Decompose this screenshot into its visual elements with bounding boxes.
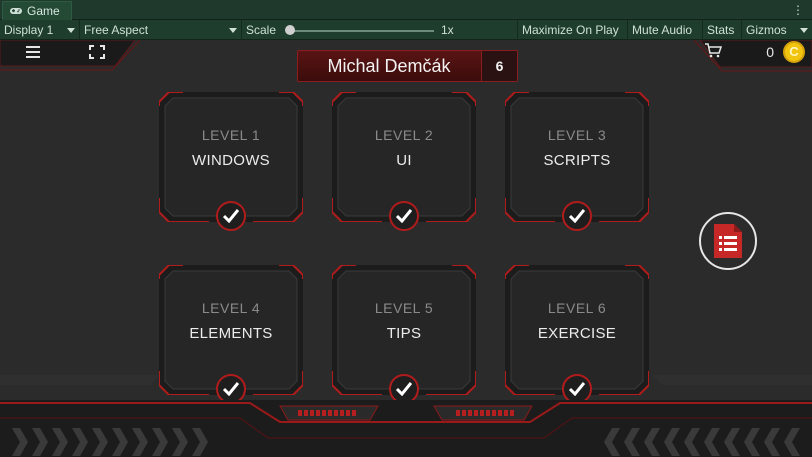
level-number: LEVEL 6 [547, 300, 607, 316]
scale-value: 1x [441, 23, 454, 37]
coin-icon: C [783, 41, 805, 63]
fullscreen-button[interactable] [76, 41, 118, 63]
aspect-dropdown-label: Free Aspect [84, 23, 149, 37]
level-card[interactable]: LEVEL 1 WINDOWS [159, 92, 303, 231]
stats-label: Stats [707, 23, 735, 37]
checkmark-icon [223, 209, 239, 223]
editor-tab-bar: Game ⋮ [0, 0, 812, 20]
stats-toggle[interactable]: Stats [703, 20, 742, 40]
level-title: ELEMENTS [189, 325, 273, 342]
game-view: Michal Demčák 6 0 C LEVEL 1 WINDOWS LEVEL … [0, 40, 812, 457]
checkmark-icon [569, 209, 585, 223]
level-number: LEVEL 3 [547, 127, 607, 143]
display-dropdown-label: Display 1 [4, 23, 54, 37]
player-name: Michal Demčák [327, 56, 451, 76]
hamburger-icon [26, 46, 40, 58]
completed-badge [389, 201, 419, 231]
completed-badge [562, 201, 592, 231]
menu-button[interactable] [12, 41, 54, 63]
document-list-icon [714, 224, 742, 258]
level-title: UI [396, 152, 412, 169]
fullscreen-icon [89, 45, 105, 59]
shop-coins-panel: 0 C [700, 40, 812, 67]
maximize-on-play-label: Maximize On Play [522, 23, 619, 37]
tab-game[interactable]: Game [2, 1, 72, 20]
level-title: EXERCISE [537, 325, 617, 342]
level-card[interactable]: LEVEL 3 SCRIPTS [505, 92, 649, 231]
bottom-decoration [0, 400, 812, 457]
scale-slider-handle[interactable] [285, 25, 295, 35]
coin-count: 0 [766, 44, 774, 60]
level-title: TIPS [386, 325, 422, 342]
more-options-icon[interactable]: ⋮ [792, 1, 804, 19]
notes-button[interactable] [699, 212, 757, 270]
completed-badge [216, 201, 246, 231]
level-title: SCRIPTS [543, 152, 611, 169]
mute-audio-toggle[interactable]: Mute Audio [628, 20, 703, 40]
shop-cart-button[interactable] [704, 42, 726, 62]
display-dropdown[interactable]: Display 1 [0, 20, 80, 40]
gizmos-label: Gizmos [746, 23, 787, 37]
tab-game-label: Game [27, 4, 60, 18]
level-title: WINDOWS [192, 152, 270, 169]
maximize-on-play-toggle[interactable]: Maximize On Play [518, 20, 628, 40]
gizmos-dropdown[interactable]: Gizmos [742, 20, 812, 40]
level-number: LEVEL 2 [374, 127, 434, 143]
level-number: LEVEL 4 [201, 300, 261, 316]
aspect-dropdown[interactable]: Free Aspect [80, 20, 242, 40]
checkmark-icon [396, 209, 412, 223]
level-number: LEVEL 1 [201, 127, 261, 143]
scale-slider-track[interactable] [290, 30, 434, 32]
level-number: LEVEL 5 [374, 300, 434, 316]
level-card[interactable]: LEVEL 2 UI [332, 92, 476, 231]
top-left-controls [0, 40, 135, 66]
cart-icon [705, 43, 723, 58]
gamepad-icon [10, 8, 22, 14]
scale-label: Scale [246, 23, 277, 37]
player-name-plate: Michal Demčák 6 [297, 50, 518, 82]
player-level-count: 6 [481, 51, 517, 81]
mute-audio-label: Mute Audio [632, 23, 693, 37]
